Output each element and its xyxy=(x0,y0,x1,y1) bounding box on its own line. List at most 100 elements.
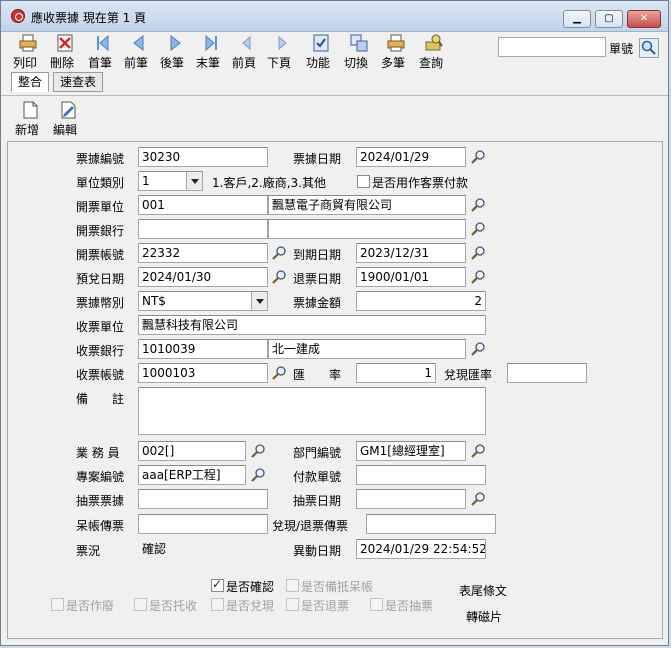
unit-type-dropdown-button[interactable] xyxy=(186,172,202,190)
status-label: 票況 xyxy=(76,544,101,558)
note-no-input[interactable]: 30230 xyxy=(138,147,268,167)
last-record-button[interactable]: 末筆 xyxy=(196,33,226,71)
offset-bad-checkbox[interactable] xyxy=(286,579,299,592)
receiver-bank-name-input[interactable]: 北一建成 xyxy=(268,339,466,359)
remark-textarea[interactable] xyxy=(138,387,486,435)
project-no-input[interactable]: aaa[ERP工程] xyxy=(138,465,246,485)
status-value: 確認 xyxy=(142,542,167,556)
bad-debt-voucher-input[interactable] xyxy=(138,514,268,534)
receiver-account-lookup-icon[interactable] xyxy=(271,365,287,381)
offset-bad-label: 是否備抵呆帳 xyxy=(301,580,374,594)
minimize-button[interactable]: ▁ xyxy=(563,10,591,28)
receiver-bank-code-input[interactable]: 1010039 xyxy=(138,339,268,359)
return-date-label: 退票日期 xyxy=(293,272,342,286)
return-date-lookup-icon[interactable] xyxy=(470,269,486,285)
transfer-disk-link[interactable]: 轉磁片 xyxy=(466,608,502,625)
next-record-button[interactable]: 後筆 xyxy=(160,33,190,71)
issuer-account-lookup-icon[interactable] xyxy=(271,245,287,261)
dept-no-input[interactable]: GM1[總經理室] xyxy=(356,441,466,461)
issuer-bank-label: 開票銀行 xyxy=(76,224,125,238)
project-no-lookup-icon[interactable] xyxy=(250,467,266,483)
close-button[interactable]: ✕ xyxy=(627,10,661,28)
edit-button[interactable]: 編輯 xyxy=(53,100,83,138)
tab-quick-lookup[interactable]: 速查表 xyxy=(53,72,103,92)
issuer-bank-name-input[interactable] xyxy=(268,219,466,239)
rate-label: 匯 率 xyxy=(293,368,342,382)
prev-icon xyxy=(133,34,144,52)
prev-record-button[interactable]: 前筆 xyxy=(124,33,154,71)
use-customer-check-label: 是否用作客票付款 xyxy=(372,176,469,190)
delete-button[interactable]: 刪除 xyxy=(50,33,80,71)
multi-record-button[interactable]: 多筆 xyxy=(381,33,411,71)
footer-text-link[interactable]: 表尾條文 xyxy=(459,582,507,599)
void-checkbox[interactable] xyxy=(51,598,64,611)
print-button[interactable]: 列印 xyxy=(13,33,43,71)
doc-number-search-input[interactable] xyxy=(498,37,606,57)
receiver-unit-input[interactable]: 飄慧科技有限公司 xyxy=(138,315,486,335)
unit-type-label: 單位類別 xyxy=(76,176,125,190)
payment-no-input[interactable] xyxy=(356,465,486,485)
currency-dropdown-button[interactable] xyxy=(251,292,267,310)
salesman-label: 業 務 員 xyxy=(76,446,120,460)
returned-checkbox[interactable] xyxy=(286,598,299,611)
returned-label: 是否退票 xyxy=(301,599,350,613)
salesman-input[interactable]: 002[] xyxy=(138,441,246,461)
note-date-lookup-icon[interactable] xyxy=(470,149,486,165)
cash-return-voucher-input[interactable] xyxy=(366,514,496,534)
receiver-unit-label: 收票單位 xyxy=(76,320,125,334)
function-button[interactable]: 功能 xyxy=(306,33,336,71)
void-label: 是否作廢 xyxy=(66,599,115,613)
due-date-input[interactable]: 2023/12/31 xyxy=(356,243,466,263)
issuer-unit-code-input[interactable]: 001 xyxy=(138,195,268,215)
due-date-label: 到期日期 xyxy=(293,248,342,262)
next-icon xyxy=(170,34,181,52)
new-button[interactable]: 新增 xyxy=(15,100,45,138)
switch-button[interactable]: 切換 xyxy=(344,33,374,71)
confirmed-checkbox[interactable] xyxy=(211,577,224,592)
drawn-note-label: 抽票票據 xyxy=(76,494,125,508)
issuer-unit-lookup-icon[interactable] xyxy=(470,197,486,213)
salesman-lookup-icon[interactable] xyxy=(250,443,266,459)
note-date-label: 票據日期 xyxy=(293,152,342,166)
receiver-bank-lookup-icon[interactable] xyxy=(470,341,486,357)
cash-rate-label: 兌現匯率 xyxy=(444,368,493,382)
issuer-unit-name-input[interactable]: 飄慧電子商貿有限公司 xyxy=(268,195,466,215)
dept-no-lookup-icon[interactable] xyxy=(470,443,486,459)
drawn-date-input[interactable] xyxy=(356,489,466,509)
issuer-account-label: 開票帳號 xyxy=(76,248,125,262)
due-date-lookup-icon[interactable] xyxy=(470,245,486,261)
issuer-bank-code-input[interactable] xyxy=(138,219,268,239)
drawn-date-label: 抽票日期 xyxy=(293,494,342,508)
drawn-date-lookup-icon[interactable] xyxy=(470,491,486,507)
cash-rate-input[interactable] xyxy=(507,363,587,383)
amount-input[interactable]: 2 xyxy=(356,291,486,311)
issuer-bank-lookup-icon[interactable] xyxy=(470,221,486,237)
currency-select[interactable]: NT$ xyxy=(138,291,268,311)
drawn-checkbox[interactable] xyxy=(370,598,383,611)
drawn-note-input[interactable] xyxy=(138,489,268,509)
doc-number-search-button[interactable] xyxy=(639,38,659,58)
app-icon xyxy=(11,9,25,23)
last-icon xyxy=(205,34,217,52)
tab-integrated[interactable]: 整合 xyxy=(11,72,49,92)
dept-no-label: 部門編號 xyxy=(293,446,342,460)
next-page-button[interactable]: 下頁 xyxy=(267,33,297,71)
query-button[interactable]: 查詢 xyxy=(419,33,449,71)
expected-date-lookup-icon[interactable] xyxy=(271,269,287,285)
record-toolbar: 新增 編輯 xyxy=(1,95,668,140)
issuer-account-input[interactable]: 22332 xyxy=(138,243,268,263)
return-date-input[interactable]: 1900/01/01 xyxy=(356,267,466,287)
rate-input[interactable]: 1 xyxy=(356,363,436,383)
expected-date-input[interactable]: 2024/01/30 xyxy=(138,267,268,287)
unit-type-hint: 1.客戶,2.廠商,3.其他 xyxy=(212,176,326,190)
note-date-input[interactable]: 2024/01/29 xyxy=(356,147,466,167)
first-record-button[interactable]: 首筆 xyxy=(88,33,118,71)
consign-checkbox[interactable] xyxy=(134,598,147,611)
maximize-button[interactable]: ▢ xyxy=(595,10,623,28)
prev-page-icon xyxy=(242,35,251,51)
prev-page-button[interactable]: 前頁 xyxy=(232,33,262,71)
amount-label: 票據金額 xyxy=(293,296,342,310)
receiver-account-input[interactable]: 1000103 xyxy=(138,363,268,383)
use-customer-check-checkbox[interactable] xyxy=(357,175,370,188)
cashed-checkbox[interactable] xyxy=(211,598,224,611)
